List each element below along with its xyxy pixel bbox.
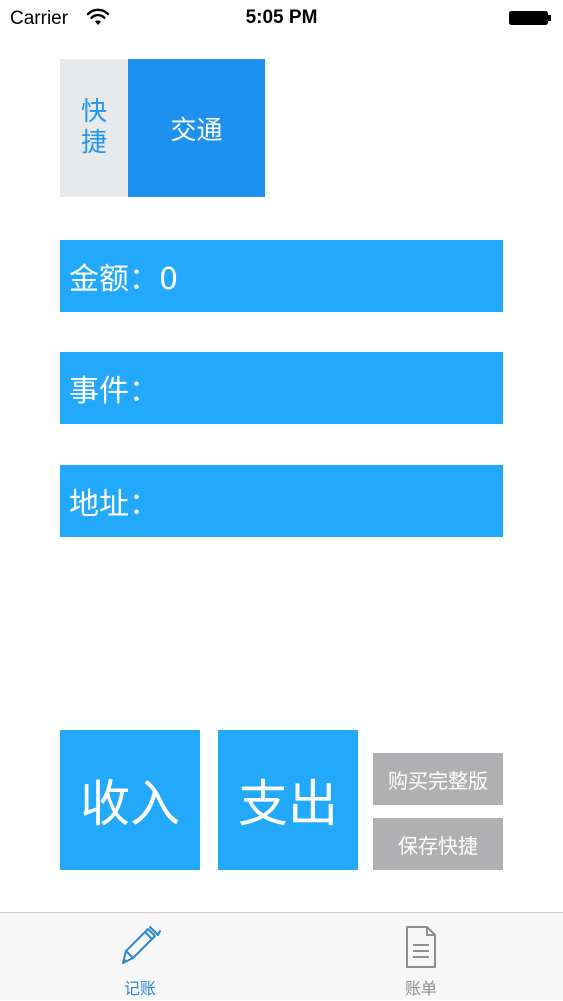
buy-full-version-label: 购买完整版 [388,768,488,793]
save-shortcut-button[interactable]: 保存快捷 [373,818,503,870]
document-icon [406,926,436,968]
address-label: 地址： [69,487,159,522]
buy-full-version-button[interactable]: 购买完整版 [373,753,503,805]
shortcut-tab[interactable]: 快捷 [60,59,128,197]
address-field[interactable]: 地址： [60,465,503,537]
tab-bar: 记账 账单 [0,912,563,1000]
tab-bills[interactable]: 账单 [351,913,491,1001]
amount-label: 金额：0 [69,262,179,297]
income-button[interactable]: 收入 [60,730,200,870]
status-bar: Carrier 5:05 PM [0,0,563,40]
clock: 5:05 PM [245,7,318,28]
battery-icon [509,11,551,25]
expense-button-label: 支出 [238,775,338,833]
tab-record-label: 记账 [123,979,156,998]
income-button-label: 收入 [80,775,180,833]
shortcut-tab-label: 快捷 [80,97,107,158]
tab-record[interactable]: 记账 [70,913,210,1001]
pen-icon [122,926,161,964]
event-field[interactable]: 事件： [60,352,503,424]
expense-button[interactable]: 支出 [218,730,358,870]
tab-bills-label: 账单 [404,979,437,998]
event-label: 事件： [69,374,159,409]
save-shortcut-label: 保存快捷 [398,833,478,858]
shortcut-item-traffic[interactable]: 交通 [128,59,265,197]
shortcut-item-label: 交通 [170,115,223,146]
amount-field[interactable]: 金额：0 [60,240,503,312]
